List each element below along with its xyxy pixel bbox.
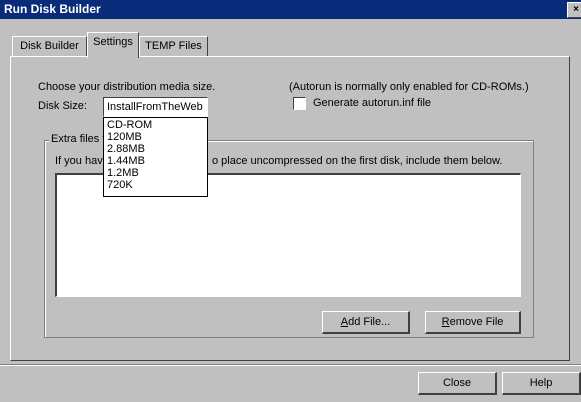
close-button[interactable]: Close bbox=[418, 372, 497, 395]
disk-size-option-cd-rom[interactable]: CD-ROM bbox=[107, 120, 152, 131]
close-button-label: Close bbox=[442, 377, 472, 389]
disk-size-value: InstallFromTheWeb bbox=[107, 101, 203, 113]
disk-size-combobox[interactable]: InstallFromTheWeb bbox=[103, 97, 208, 117]
tab-disk-builder-label: Disk Builder bbox=[20, 40, 79, 52]
tab-temp-files[interactable]: TEMP Files bbox=[139, 36, 208, 56]
extra-files-group-label: Extra files f bbox=[49, 133, 108, 145]
remove-file-button[interactable]: Remove File bbox=[425, 311, 521, 334]
generate-autorun-label[interactable]: Generate autorun.inf file bbox=[313, 97, 431, 109]
extra-files-description-left: If you hav bbox=[55, 155, 103, 167]
disk-size-option-1-2mb[interactable]: 1.2MB bbox=[107, 168, 139, 179]
disk-size-option-720k[interactable]: 720K bbox=[107, 180, 133, 191]
remove-file-label-suffix: emove File bbox=[449, 316, 504, 328]
add-file-accelerator: A bbox=[340, 316, 349, 328]
disk-size-option-120mb[interactable]: 120MB bbox=[107, 132, 142, 143]
media-size-prompt: Choose your distribution media size. bbox=[38, 81, 216, 93]
remove-file-accelerator: R bbox=[441, 316, 450, 328]
disk-size-option-2-88mb[interactable]: 2.88MB bbox=[107, 144, 145, 155]
tab-temp-files-label: TEMP Files bbox=[145, 40, 202, 52]
disk-size-dropdown-list: CD-ROM 120MB 2.88MB 1.44MB 1.2MB 720K bbox=[103, 117, 208, 197]
disk-size-label: Disk Size: bbox=[38, 100, 87, 112]
disk-size-option-1-44mb[interactable]: 1.44MB bbox=[107, 156, 145, 167]
footer-separator bbox=[0, 364, 581, 366]
tab-disk-builder[interactable]: Disk Builder bbox=[12, 36, 87, 56]
help-button[interactable]: Help bbox=[502, 372, 581, 395]
add-file-button[interactable]: Add File... bbox=[322, 311, 410, 334]
close-icon: × bbox=[573, 4, 579, 15]
title-bar: Run Disk Builder × bbox=[0, 0, 581, 19]
tab-settings[interactable]: Settings bbox=[87, 32, 139, 58]
generate-autorun-checkbox[interactable] bbox=[293, 97, 306, 110]
help-button-label: Help bbox=[529, 377, 553, 389]
tab-settings-label: Settings bbox=[93, 36, 133, 48]
extra-files-description-right: o place uncompressed on the first disk, … bbox=[212, 155, 503, 167]
close-window-button[interactable]: × bbox=[567, 2, 581, 18]
add-file-label-suffix: dd File... bbox=[348, 316, 391, 328]
window-title: Run Disk Builder bbox=[4, 2, 101, 16]
autorun-note: (Autorun is normally only enabled for CD… bbox=[289, 81, 529, 93]
